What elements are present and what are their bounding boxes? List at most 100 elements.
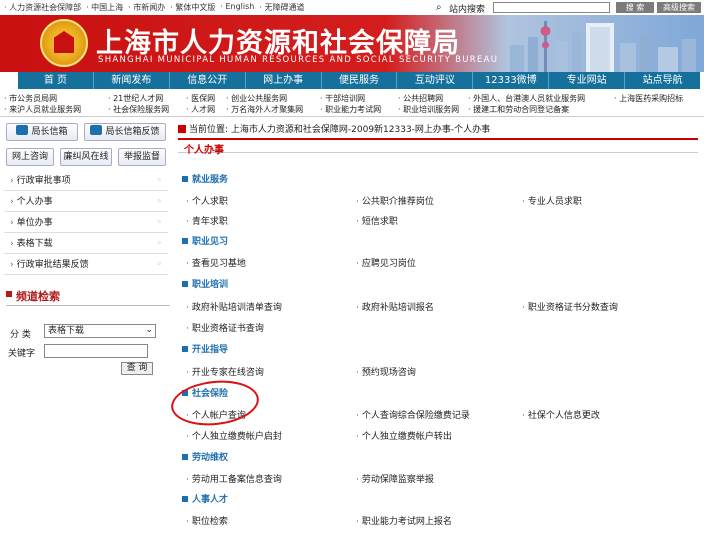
service-link[interactable]: · 个人求职 [186, 194, 228, 207]
menu-organization[interactable]: › 单位办事 ◦ [4, 214, 168, 233]
related-link[interactable]: · 社会保险服务网 [108, 104, 169, 115]
service-link[interactable]: · 公共职介推荐岗位 [356, 194, 434, 207]
service-link[interactable]: · 社保个人信息更改 [522, 408, 600, 421]
mail-icon [16, 125, 29, 135]
category-labor-rights: 劳动维权 [182, 450, 228, 463]
service-link[interactable]: · 应聘见习岗位 [356, 256, 416, 269]
menu-personal[interactable]: › 个人办事 ◦ [4, 193, 168, 212]
top-link-press[interactable]: · 市新闻办 [128, 2, 165, 13]
related-link[interactable]: · 公共招聘网 [398, 93, 443, 104]
related-link[interactable]: · 人才网 [186, 104, 215, 115]
menu-admin-approval[interactable]: › 行政审批事项 ◦ [4, 172, 168, 191]
related-link[interactable]: · 创业公共服务网 [226, 93, 287, 104]
nav-home[interactable]: 首 页 [18, 72, 94, 89]
service-link[interactable]: · 政府补贴培训报名 [356, 300, 434, 313]
service-link[interactable]: · 青年求职 [186, 214, 228, 227]
related-link[interactable]: · 来沪人员就业服务网 [4, 104, 81, 115]
chevron-right-icon: › [10, 197, 14, 207]
chevron-down-icon: ⌄ [145, 325, 153, 335]
category-startup: 开业指导 [182, 342, 228, 355]
service-link[interactable]: · 劳动用工备案信息查询 [186, 472, 282, 485]
category-employment: 就业服务 [182, 172, 228, 185]
chevron-right-icon: › [10, 260, 14, 270]
chevron-right-icon: › [10, 176, 14, 186]
related-link[interactable]: · 干部培训网 [320, 93, 365, 104]
report-supervision-button[interactable]: 举报监督 [118, 148, 166, 166]
search-button[interactable]: 搜 索 [616, 2, 654, 13]
mail-reply-icon [90, 125, 103, 135]
search-icon: ⌕ [436, 2, 442, 13]
service-link[interactable]: · 预约现场咨询 [356, 365, 416, 378]
mailbox-feedback-button[interactable]: 局长信箱反馈 [84, 123, 166, 141]
menu-form-download[interactable]: › 表格下载 ◦ [4, 235, 168, 254]
nav-public-services[interactable]: 便民服务 [322, 72, 398, 89]
nav-info-disclosure[interactable]: 信息公开 [170, 72, 246, 89]
keyword-label: 关键字 [8, 349, 36, 359]
service-link[interactable]: · 劳动保障监察举报 [356, 472, 434, 485]
bureau-emblem-icon [40, 19, 88, 67]
breadcrumb: 当前位置: 上海市人力资源和社会保障网-2009新12333-网上办事-个人办事 [178, 122, 490, 135]
chevron-right-icon: › [10, 218, 14, 228]
advanced-search-button[interactable]: 高级搜索 [657, 2, 701, 13]
related-link[interactable]: · 万名海外人才聚集网 [226, 104, 303, 115]
category-training: 职业培训 [182, 277, 228, 290]
related-link[interactable]: · 市公务员局网 [4, 93, 57, 104]
top-links: · 人力资源社会保障部 · 中国上海 · 市新闻办 · 繁体中文版 · Engl… [4, 2, 304, 13]
related-link[interactable]: · 21世纪人才网 [108, 93, 163, 104]
top-link-shanghai[interactable]: · 中国上海 [86, 2, 123, 13]
related-link[interactable]: · 职业能力考试网 [320, 104, 381, 115]
nav-interaction[interactable]: 互动评议 [397, 72, 474, 89]
section-header: 个人办事 [178, 138, 698, 156]
director-mailbox-button[interactable]: 局长信箱 [6, 123, 78, 141]
keyword-input[interactable] [44, 344, 148, 358]
related-link[interactable]: · 援建工和劳动合同登记备案 [468, 104, 569, 115]
search-label: 站内搜索 [449, 5, 486, 15]
service-link[interactable]: · 个人查询综合保险缴费记录 [356, 408, 470, 421]
nav-professional-sites[interactable]: 专业网站 [549, 72, 626, 89]
menu-approval-feedback[interactable]: › 行政审批结果反馈 ◦ [4, 256, 168, 275]
related-link[interactable]: · 上海医药采购招标 [614, 93, 683, 104]
top-link-mohrss[interactable]: · 人力资源社会保障部 [4, 2, 81, 13]
service-link[interactable]: · 职业能力考试网上报名 [356, 514, 452, 527]
top-link-accessibility[interactable]: · 无障碍通道 [259, 2, 304, 13]
service-link[interactable]: · 个人独立缴费帐户启封 [186, 429, 282, 442]
service-link[interactable]: · 查看见习基地 [186, 256, 246, 269]
divider [6, 305, 170, 306]
service-link[interactable]: · 专业人员求职 [522, 194, 582, 207]
related-link[interactable]: · 职业培训服务网 [398, 104, 459, 115]
integrity-online-button[interactable]: 廉纠风在线 [60, 148, 112, 166]
city-skyline-image [510, 21, 696, 72]
site-subtitle: SHANGHAI MUNICIPAL HUMAN RESOURCES AND S… [98, 55, 499, 65]
nav-12333-weibo[interactable]: 12333微博 [473, 72, 550, 89]
site-banner: 上海市人力资源和社会保障局 SHANGHAI MUNICIPAL HUMAN R… [0, 15, 704, 72]
top-link-english[interactable]: · English [220, 2, 254, 13]
online-consult-button[interactable]: 网上咨询 [6, 148, 54, 166]
nav-online-services[interactable]: 网上办事 [246, 72, 322, 89]
chevron-right-icon: › [10, 239, 14, 249]
service-link[interactable]: · 职业资格证书分数查询 [522, 300, 618, 313]
category-personnel: 人事人才 [182, 492, 228, 505]
related-link[interactable]: · 外国人、台港澳人员就业服务网 [468, 93, 585, 104]
service-link[interactable]: · 职位检索 [186, 514, 228, 527]
related-links: · 市公务员局网 · 21世纪人才网 · 医保网 · 创业公共服务网 · 干部培… [0, 91, 704, 117]
service-link[interactable]: · 个人独立缴费帐户转出 [356, 429, 452, 442]
search-input[interactable] [493, 2, 610, 13]
nav-news[interactable]: 新闻发布 [94, 72, 170, 89]
category-select[interactable]: 表格下载 ⌄ [44, 324, 156, 338]
service-link[interactable]: · 政府补贴培训清单查询 [186, 300, 282, 313]
top-bar: · 人力资源社会保障部 · 中国上海 · 市新闻办 · 繁体中文版 · Engl… [0, 0, 704, 15]
service-link[interactable]: · 短信求职 [356, 214, 398, 227]
main-nav: 首 页 新闻发布 信息公开 网上办事 便民服务 互动评议 12333微博 专业网… [18, 72, 700, 89]
service-link[interactable]: · 职业资格证书查询 [186, 321, 264, 334]
top-link-traditional[interactable]: · 繁体中文版 [170, 2, 215, 13]
channel-search-title: 频道检索 [16, 290, 60, 303]
related-link[interactable]: · 医保网 [186, 93, 215, 104]
service-link[interactable]: · 开业专家在线咨询 [186, 365, 264, 378]
category-internship: 职业见习 [182, 234, 228, 247]
nav-site-map[interactable]: 站点导航 [625, 72, 700, 89]
section-title: 个人办事 [184, 145, 224, 156]
query-button[interactable]: 查 询 [121, 362, 153, 375]
home-icon [178, 125, 186, 133]
category-label: 分 类 [10, 330, 31, 340]
main-content: 当前位置: 上海市人力资源和社会保障网-2009新12333-网上办事-个人办事… [176, 118, 702, 534]
